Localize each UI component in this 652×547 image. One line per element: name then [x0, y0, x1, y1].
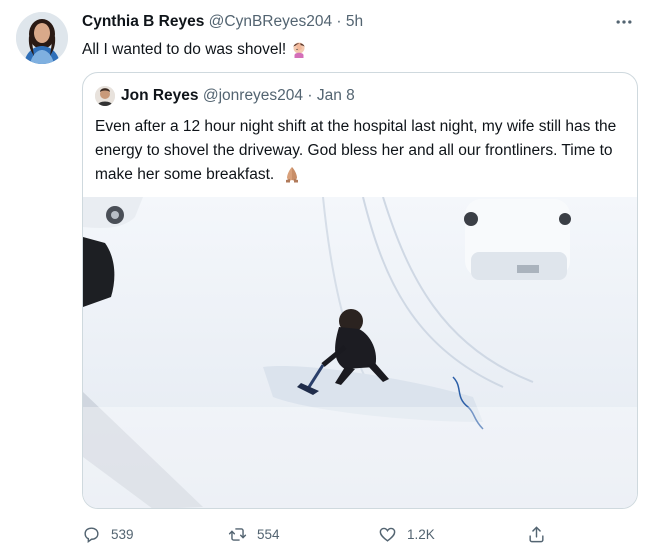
- heart-icon: [379, 527, 396, 542]
- author-name[interactable]: Cynthia B Reyes: [82, 13, 204, 30]
- video-media[interactable]: [83, 197, 637, 508]
- more-horizontal-icon[interactable]: [612, 10, 636, 34]
- separator-dot: ·: [336, 13, 342, 30]
- tweet-text: All I wanted to do was shovel!: [82, 41, 287, 58]
- like-button[interactable]: 1.2K: [378, 522, 435, 546]
- tweet-text-row: All I wanted to do was shovel!: [82, 40, 308, 59]
- share-icon: [529, 526, 544, 542]
- folded-hands-emoji: [285, 167, 298, 183]
- tweet-header: Cynthia B Reyes @CynBReyes204 · 5h: [82, 13, 363, 31]
- quoted-tweet-text-row: Even after a 12 hour night shift at the …: [95, 115, 625, 187]
- quoted-tweet-time[interactable]: Jan 8: [317, 87, 355, 104]
- reply-count: 539: [111, 526, 134, 542]
- author-avatar[interactable]: [16, 12, 68, 64]
- reply-icon: [84, 526, 99, 543]
- share-button[interactable]: [527, 522, 546, 546]
- quoted-author-name[interactable]: Jon Reyes: [121, 87, 199, 104]
- quoted-tweet-text: Even after a 12 hour night shift at the …: [95, 118, 617, 183]
- author-handle[interactable]: @CynBReyes204: [209, 13, 332, 30]
- retweet-count: 554: [257, 526, 280, 542]
- quoted-author-handle[interactable]: @jonreyes204: [203, 87, 303, 104]
- quoted-tweet-header: Jon Reyes @jonreyes204 · Jan 8: [121, 87, 355, 105]
- quoted-tweet[interactable]: Jon Reyes @jonreyes204 · Jan 8 Even afte…: [82, 72, 638, 509]
- tweet-time[interactable]: 5h: [346, 13, 363, 30]
- tweet-actions: 539 554 1.2K: [82, 522, 562, 546]
- quoted-author-avatar[interactable]: [95, 86, 115, 106]
- woman-facepalming-emoji: [293, 42, 305, 58]
- like-count: 1.2K: [407, 526, 435, 542]
- reply-button[interactable]: 539: [82, 522, 134, 546]
- tweet-card[interactable]: Cynthia B Reyes @CynBReyes204 · 5h All I…: [0, 0, 652, 547]
- retweet-icon: [228, 527, 247, 541]
- separator-dot: ·: [307, 87, 313, 104]
- retweet-button[interactable]: 554: [228, 522, 280, 546]
